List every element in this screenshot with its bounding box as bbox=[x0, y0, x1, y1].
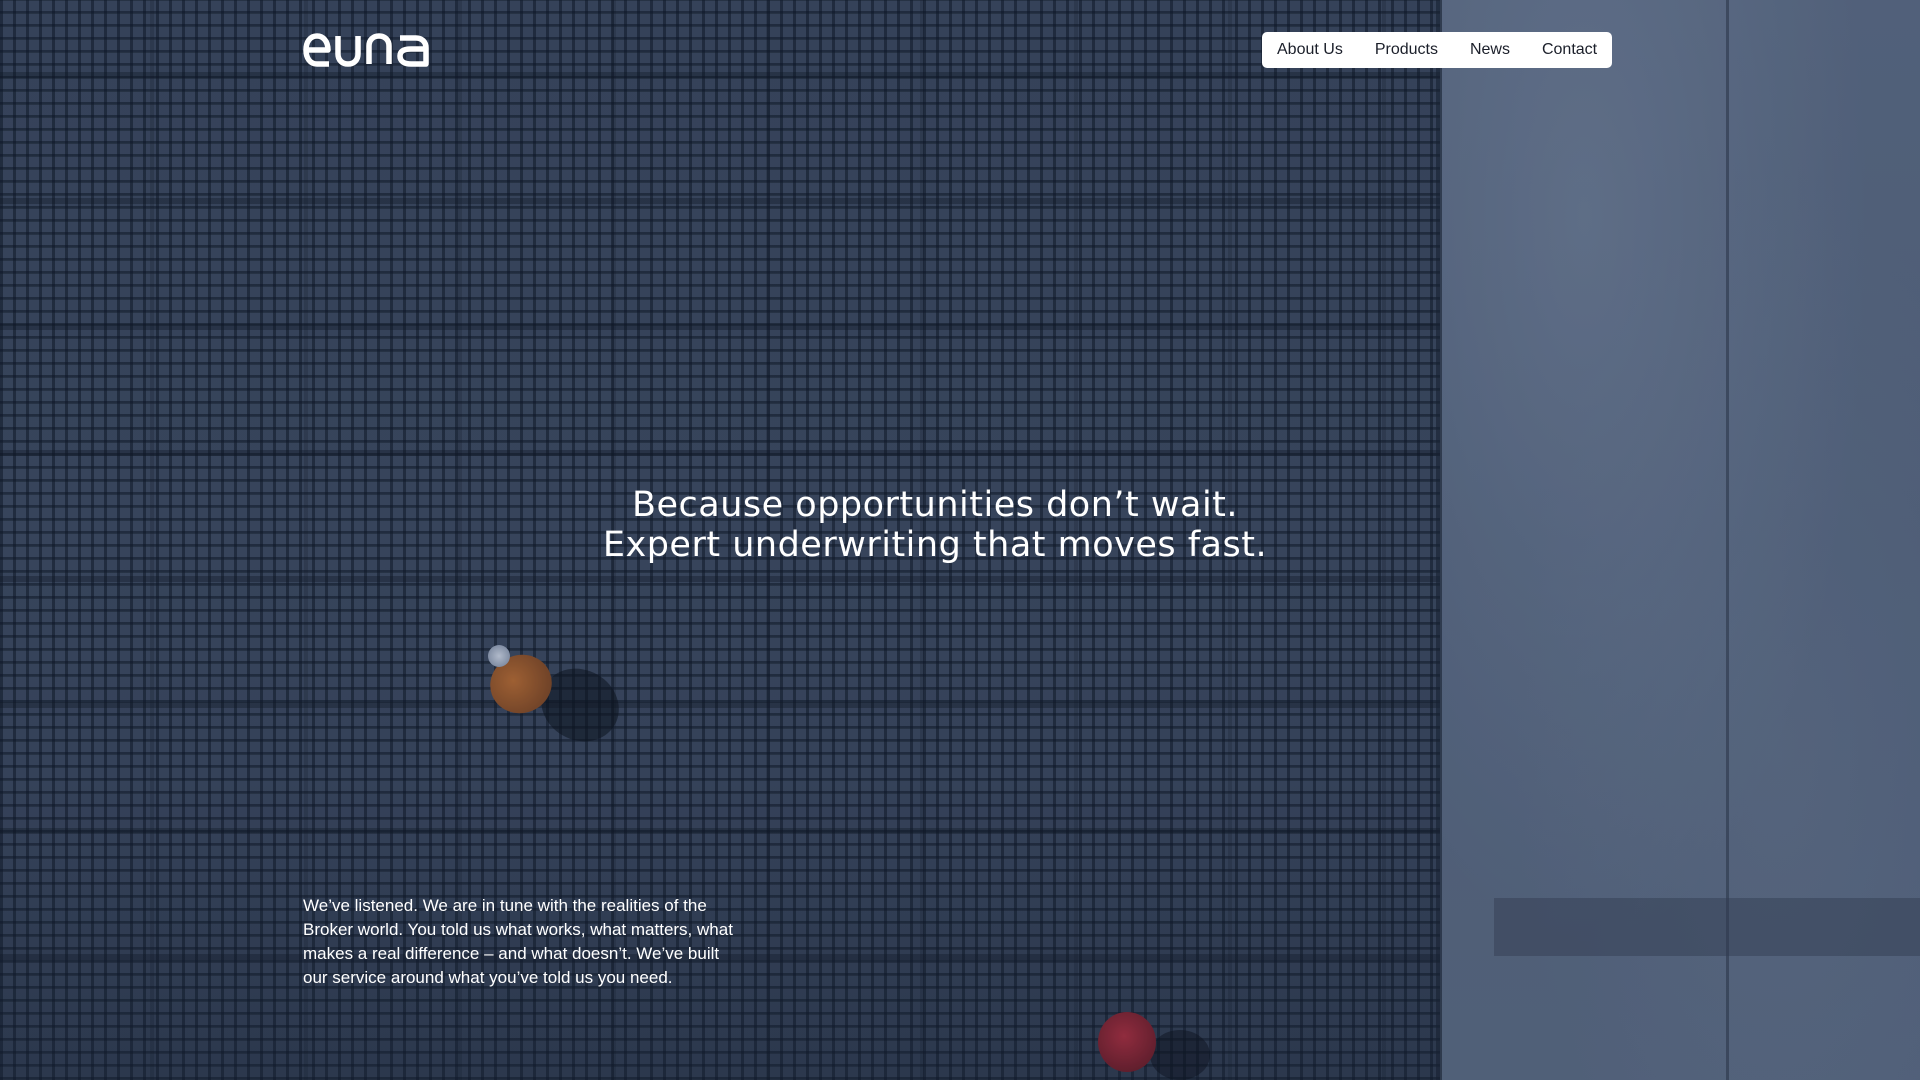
hero-headline-line-2: Expert underwriting that moves fast. bbox=[602, 525, 1268, 565]
hero-intro-text: We’ve listened. We are in tune with the … bbox=[303, 896, 733, 987]
euna-logo-icon bbox=[303, 33, 429, 67]
nav-news[interactable]: News bbox=[1470, 41, 1510, 59]
nav-about-us[interactable]: About Us bbox=[1277, 41, 1343, 59]
main-nav: About Us Products News Contact bbox=[1262, 32, 1613, 68]
hero-headline-line-1: Because opportunities don’t wait. bbox=[631, 485, 1239, 525]
hero-section: About Us Products News Contact Because o… bbox=[0, 0, 1920, 1080]
brand-logo[interactable] bbox=[303, 30, 433, 70]
nav-contact[interactable]: Contact bbox=[1542, 41, 1597, 59]
hero-headline: Because opportunities don’t wait. Expert… bbox=[0, 485, 1870, 565]
nav-products[interactable]: Products bbox=[1375, 41, 1438, 59]
